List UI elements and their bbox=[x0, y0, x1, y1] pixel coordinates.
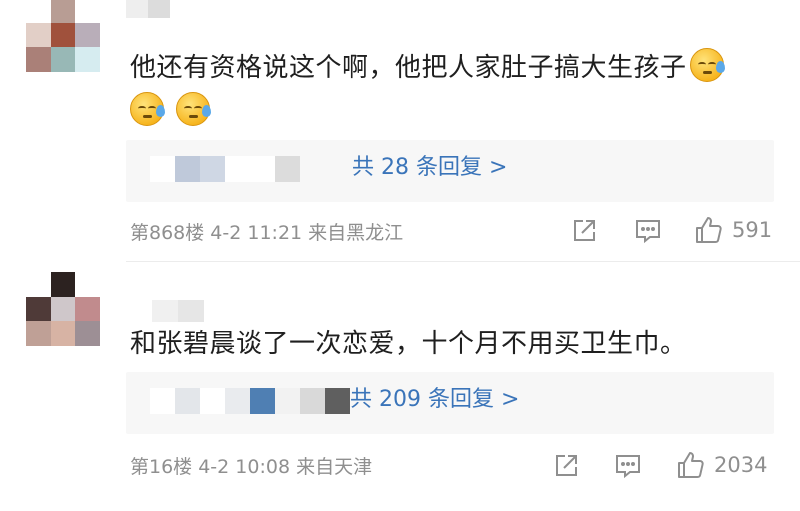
mosaic-block bbox=[50, 296, 76, 322]
reply-preview-box[interactable]: 共 28 条回复 > bbox=[126, 140, 774, 202]
mosaic-block bbox=[275, 388, 300, 414]
mosaic-block bbox=[26, 272, 51, 297]
comment-button[interactable] bbox=[614, 452, 642, 480]
mosaic-block bbox=[75, 296, 100, 322]
reply-users-blurred bbox=[150, 388, 350, 414]
thumbs-up-icon bbox=[678, 452, 704, 478]
comment-text: 和张碧晨谈了一次恋爱，十个月不用买卫生巾。 bbox=[130, 322, 770, 366]
mosaic-block bbox=[75, 0, 100, 23]
username-blurred[interactable] bbox=[126, 300, 204, 322]
mosaic-block bbox=[325, 388, 350, 414]
mosaic-block bbox=[50, 272, 76, 297]
comment-meta: 第16楼 4-2 10:08 来自天津 bbox=[130, 456, 373, 478]
comment-text: 他还有资格说这个啊，他把人家肚子搞大生孩子 bbox=[130, 46, 770, 134]
username-blurred[interactable] bbox=[126, 0, 192, 18]
mosaic-block bbox=[50, 22, 76, 48]
avatar[interactable] bbox=[26, 0, 100, 72]
view-replies-link[interactable]: 共 209 条回复 > bbox=[350, 385, 519, 415]
like-count: 591 bbox=[732, 218, 773, 242]
mosaic-block bbox=[26, 47, 51, 72]
mosaic-block bbox=[175, 156, 200, 182]
mosaic-block bbox=[126, 300, 152, 322]
comment-item: 和张碧晨谈了一次恋爱，十个月不用买卫生巾。 共 209 条回复 > 第16楼 4… bbox=[0, 262, 800, 511]
share-button[interactable] bbox=[570, 217, 598, 245]
cold-sweat-emoji bbox=[175, 92, 211, 126]
mosaic-block bbox=[178, 300, 204, 322]
mosaic-block bbox=[75, 272, 100, 297]
mosaic-block bbox=[200, 388, 225, 414]
cold-sweat-emoji bbox=[130, 92, 165, 126]
comment-icon bbox=[636, 220, 660, 244]
mosaic-block bbox=[275, 156, 300, 182]
mosaic-block bbox=[75, 22, 100, 48]
mosaic-block bbox=[148, 0, 170, 18]
comment-item: 他还有资格说这个啊，他把人家肚子搞大生孩子 共 28 条回复 > 第868楼 4… bbox=[0, 0, 800, 262]
mosaic-block bbox=[26, 296, 51, 322]
mosaic-block bbox=[150, 388, 175, 414]
mosaic-block bbox=[152, 300, 178, 322]
mosaic-block bbox=[225, 156, 250, 182]
reply-preview-box[interactable]: 共 209 条回复 > bbox=[126, 372, 774, 434]
mosaic-block bbox=[50, 321, 76, 346]
mosaic-block bbox=[150, 156, 175, 182]
like-button[interactable]: 591 bbox=[694, 215, 772, 245]
comment-body: 他还有资格说这个啊，他把人家肚子搞大生孩子 bbox=[130, 53, 687, 83]
mosaic-block bbox=[50, 47, 76, 72]
mosaic-block bbox=[200, 156, 225, 182]
mosaic-block bbox=[75, 321, 100, 346]
comment-meta: 第868楼 4-2 11:21 来自黑龙江 bbox=[130, 222, 404, 244]
comment-body: 和张碧晨谈了一次恋爱，十个月不用买卫生巾。 bbox=[130, 329, 687, 359]
mosaic-block bbox=[170, 0, 192, 18]
mosaic-block bbox=[175, 388, 200, 414]
mosaic-block bbox=[75, 47, 100, 72]
mosaic-block bbox=[300, 388, 325, 414]
comment-button[interactable] bbox=[634, 217, 662, 245]
like-count: 2034 bbox=[714, 453, 768, 477]
mosaic-block bbox=[250, 388, 275, 414]
view-replies-link[interactable]: 共 28 条回复 > bbox=[352, 153, 507, 183]
share-icon bbox=[574, 220, 595, 241]
mosaic-block bbox=[126, 0, 148, 18]
avatar[interactable] bbox=[26, 272, 100, 346]
cold-sweat-emoji bbox=[689, 48, 725, 82]
mosaic-block bbox=[26, 22, 51, 48]
mosaic-block bbox=[50, 0, 76, 23]
mosaic-block bbox=[26, 0, 51, 23]
comment-icon bbox=[616, 455, 640, 479]
mosaic-block bbox=[225, 388, 250, 414]
mosaic-block bbox=[26, 321, 51, 346]
reply-users-blurred bbox=[150, 156, 300, 182]
like-button[interactable]: 2034 bbox=[676, 450, 767, 480]
mosaic-block bbox=[250, 156, 275, 182]
share-button[interactable] bbox=[552, 452, 580, 480]
thumbs-up-icon bbox=[696, 217, 722, 243]
share-icon bbox=[556, 455, 577, 476]
